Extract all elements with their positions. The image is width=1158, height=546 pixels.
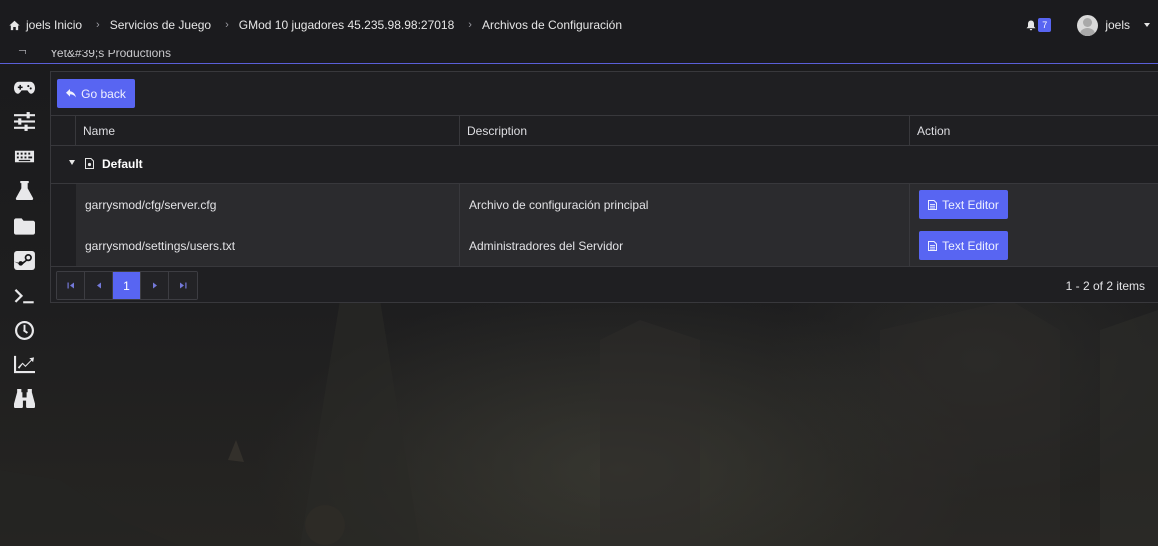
top-navbar: joels Inicio › Servicios de Juego › GMod… <box>0 0 1158 50</box>
go-back-label: Go back <box>81 86 126 101</box>
bell-icon <box>1026 20 1036 30</box>
text-editor-label: Text Editor <box>942 238 999 253</box>
file-description: Archivo de configuración principal <box>459 184 910 225</box>
sidebar-item-steam[interactable] <box>13 249 35 271</box>
breadcrumb-home[interactable]: joels Inicio <box>9 18 82 32</box>
column-header-description[interactable]: Description <box>459 116 910 146</box>
chevron-down-icon[interactable] <box>1144 23 1150 27</box>
breadcrumb-separator-icon: › <box>96 19 100 31</box>
group-label: Default <box>102 157 143 171</box>
breadcrumb-home-label: joels Inicio <box>26 18 83 32</box>
sidebar-item-games[interactable] <box>13 76 35 98</box>
file-description: Administradores del Servidor <box>459 225 910 266</box>
binoculars-icon <box>13 388 35 408</box>
avatar[interactable] <box>1077 14 1099 36</box>
grid-rows: garrysmod/cfg/server.cfg Archivo de conf… <box>51 184 1158 266</box>
gamepad-icon <box>13 81 35 94</box>
terminal-icon <box>14 288 34 303</box>
next-page-icon <box>152 282 157 289</box>
username[interactable]: joels <box>1105 18 1130 32</box>
sidebar-item-schedules[interactable] <box>13 319 35 341</box>
text-editor-button[interactable]: Text Editor <box>919 190 1008 219</box>
chart-line-icon <box>13 355 35 373</box>
column-header-action[interactable]: Action <box>909 116 1158 146</box>
clock-icon <box>14 320 34 340</box>
text-editor-button[interactable]: Text Editor <box>919 231 1008 260</box>
config-files-panel: Go back Name Description Action Default … <box>50 71 1158 303</box>
sidebar-item-monitor[interactable] <box>13 387 35 409</box>
grid-header: Name Description Action <box>51 116 1158 146</box>
previous-page-icon <box>96 282 101 289</box>
breadcrumb-separator-icon: › <box>468 19 472 31</box>
steam-icon <box>13 250 35 270</box>
table-row: garrysmod/cfg/server.cfg Archivo de conf… <box>76 184 1158 225</box>
user-area: 7 joels <box>1026 0 1158 50</box>
next-page-button[interactable] <box>141 272 169 299</box>
file-text-icon <box>928 199 938 210</box>
pager: 1 1 - 2 of 2 items <box>51 266 1158 304</box>
file-name: garrysmod/cfg/server.cfg <box>85 197 217 212</box>
home-icon <box>9 20 20 30</box>
caret-down-icon[interactable] <box>69 160 75 165</box>
file-name: garrysmod/settings/users.txt <box>85 238 236 253</box>
flask-icon <box>15 180 33 200</box>
table-row: garrysmod/settings/users.txt Administrad… <box>76 225 1158 266</box>
breadcrumb-item-config-files: Archivos de Configuración <box>481 18 623 32</box>
text-editor-label: Text Editor <box>942 197 999 212</box>
group-indent <box>51 184 76 266</box>
sidebar-item-files[interactable] <box>13 215 35 237</box>
sidebar-item-statistics[interactable] <box>13 353 35 375</box>
pager-controls: 1 <box>56 271 198 300</box>
file-text-icon <box>928 240 938 251</box>
file-settings-icon <box>85 158 94 169</box>
first-page-icon <box>67 282 74 289</box>
sidebar-item-console[interactable] <box>13 285 35 307</box>
toolbar: Go back <box>51 72 1158 116</box>
breadcrumb: joels Inicio › Servicios de Juego › GMod… <box>0 0 622 50</box>
sidebar-item-settings[interactable] <box>13 110 35 132</box>
last-page-icon <box>180 282 187 289</box>
go-back-button[interactable]: Go back <box>57 79 135 108</box>
sidebar-item-keyboard[interactable] <box>13 145 35 167</box>
folder-icon <box>13 217 35 235</box>
last-page-button[interactable] <box>169 272 197 299</box>
group-row-default[interactable]: Default <box>51 146 1158 184</box>
page-1-button[interactable]: 1 <box>113 272 141 299</box>
sidebar-item-mods[interactable] <box>13 179 35 201</box>
column-header-name[interactable]: Name <box>75 116 459 146</box>
notifications-badge: 7 <box>1038 18 1052 32</box>
breadcrumb-separator-icon: › <box>225 19 229 31</box>
previous-page-button[interactable] <box>85 272 113 299</box>
first-page-button[interactable] <box>57 272 85 299</box>
keyboard-icon <box>14 150 34 162</box>
breadcrumb-item-services[interactable]: Servicios de Juego <box>110 18 211 32</box>
sliders-icon <box>13 111 35 131</box>
notifications-button[interactable]: 7 <box>1026 18 1052 32</box>
breadcrumb-item-server[interactable]: GMod 10 jugadores 45.235.98.98:27018 <box>239 18 455 32</box>
pager-info: 1 - 2 of 2 items <box>1065 279 1145 293</box>
reply-icon <box>66 89 77 98</box>
